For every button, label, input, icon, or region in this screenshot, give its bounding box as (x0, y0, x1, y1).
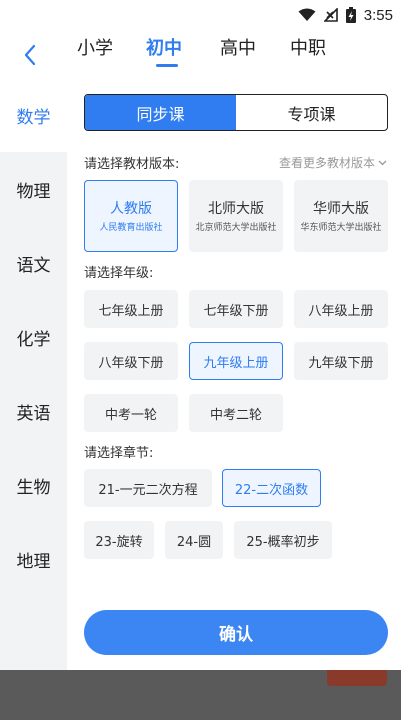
grade-option-selected[interactable]: 九年级上册 (189, 342, 283, 380)
grade-option[interactable]: 九年级下册 (294, 342, 388, 380)
back-button[interactable] (18, 42, 42, 68)
tab-senior-high[interactable]: 高中 (220, 36, 256, 62)
status-bar: 3:55 (0, 0, 401, 30)
textbook-option-beishida[interactable]: 北师大版 北京师范大学出版社 (189, 180, 283, 252)
wifi-icon (298, 8, 316, 21)
sidebar-item-english[interactable]: 英语 (0, 374, 67, 448)
textbook-option-renjiao[interactable]: 人教版 人民教育出版社 (84, 180, 178, 252)
active-tab-indicator (156, 64, 178, 67)
chapter-section-label: 请选择章节: (84, 446, 154, 461)
grade-section-label: 请选择年级: (84, 266, 154, 281)
confirm-button[interactable]: 确认 (84, 610, 388, 655)
chevron-left-icon (24, 44, 36, 66)
chapter-option-selected[interactable]: 22-二次函数 (222, 469, 321, 507)
textbook-name: 华师大版 (313, 201, 369, 217)
grade-option[interactable]: 八年级下册 (84, 342, 178, 380)
sidebar-item-chemistry[interactable]: 化学 (0, 300, 67, 374)
textbook-section-label: 请选择教材版本: (84, 157, 180, 172)
main-panel: 同步课 专项课 请选择教材版本: 查看更多教材版本 人教版 人民教育出版社 北师… (67, 78, 401, 670)
sidebar-item-biology[interactable]: 生物 (0, 448, 67, 522)
status-icons: 3:55 (298, 5, 393, 25)
textbook-name: 北师大版 (208, 201, 264, 217)
tab-junior-high[interactable]: 初中 (146, 36, 182, 62)
chapter-option[interactable]: 23-旋转 (84, 521, 154, 559)
subject-sidebar: 数学 物理 语文 化学 英语 生物 地理 (0, 78, 67, 670)
grade-option[interactable]: 中考一轮 (84, 394, 178, 432)
more-textbooks-text: 查看更多教材版本 (278, 156, 375, 170)
grade-option[interactable]: 八年级上册 (294, 290, 388, 328)
sidebar-item-physics[interactable]: 物理 (0, 152, 67, 226)
textbook-option-huashida[interactable]: 华师大版 华东师范大学出版社 (294, 180, 388, 252)
grade-option[interactable]: 七年级上册 (84, 290, 178, 328)
no-signal-icon (323, 8, 338, 22)
tab-sync-course[interactable]: 同步课 (85, 95, 236, 130)
chapter-option[interactable]: 25-概率初步 (234, 521, 332, 559)
sidebar-item-geography[interactable]: 地理 (0, 522, 67, 596)
background-overlay-strip (0, 670, 401, 720)
textbook-name: 人教版 (110, 201, 152, 217)
chevron-down-icon (378, 160, 387, 165)
more-textbooks-link[interactable]: 查看更多教材版本 (279, 154, 387, 171)
sidebar-item-math[interactable]: 数学 (0, 78, 67, 152)
chapter-option[interactable]: 21-一元二次方程 (84, 469, 212, 507)
chapter-option[interactable]: 24-圆 (165, 521, 223, 559)
textbook-publisher: 华东师范大学出版社 (300, 223, 382, 233)
sidebar-item-chinese[interactable]: 语文 (0, 226, 67, 300)
grade-option[interactable]: 七年级下册 (189, 290, 283, 328)
tab-vocational[interactable]: 中职 (290, 36, 326, 62)
background-badge (327, 670, 387, 686)
battery-charging-icon (345, 7, 356, 23)
textbook-publisher: 人民教育出版社 (99, 223, 163, 233)
top-nav: 小学 初中 高中 中职 (0, 30, 401, 78)
textbook-publisher: 北京师范大学出版社 (195, 223, 277, 233)
course-type-segmented: 同步课 专项课 (84, 94, 388, 131)
status-time: 3:55 (363, 6, 393, 24)
tab-special-course[interactable]: 专项课 (236, 95, 387, 130)
tab-primary[interactable]: 小学 (77, 36, 113, 62)
grade-option[interactable]: 中考二轮 (189, 394, 283, 432)
